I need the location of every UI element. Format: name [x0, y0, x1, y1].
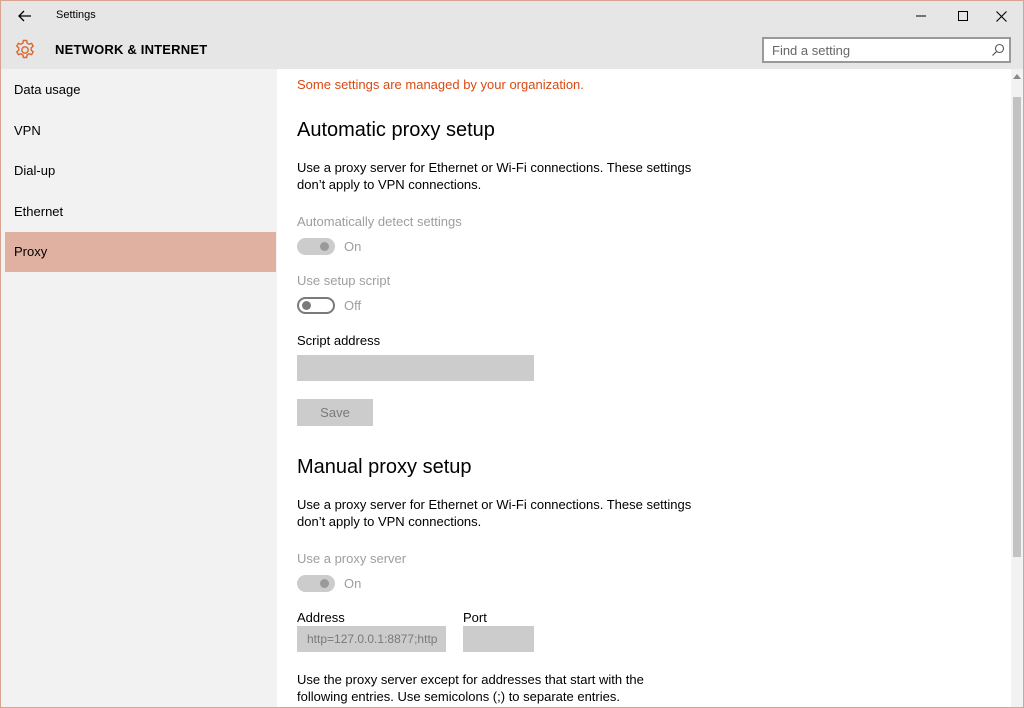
title-bar: Settings: [1, 1, 1023, 31]
window-title: Settings: [56, 9, 96, 21]
page-title: NETWORK & INTERNET: [55, 42, 208, 57]
proxy-port-label: Port: [463, 610, 487, 625]
auto-proxy-description-line2: don’t apply to VPN connections.: [297, 177, 482, 192]
sidebar-item-ethernet[interactable]: Ethernet: [5, 192, 276, 232]
setup-script-label: Use setup script: [297, 273, 391, 288]
toggle-knob: [302, 301, 311, 310]
minimize-icon: [916, 15, 926, 17]
scrollbar[interactable]: [1011, 69, 1023, 707]
back-button[interactable]: [11, 4, 39, 28]
manual-proxy-heading: Manual proxy setup: [297, 456, 472, 478]
sidebar-item-dial-up[interactable]: Dial-up: [5, 151, 276, 191]
auto-proxy-description-line1: Use a proxy server for Ethernet or Wi-Fi…: [297, 160, 692, 175]
maximize-icon: [958, 11, 968, 21]
proxy-address-value: http=127.0.0.1:8877;http: [307, 632, 438, 646]
close-icon: [995, 10, 1007, 22]
toggle-knob: [320, 242, 329, 251]
script-address-field[interactable]: [297, 355, 534, 381]
search-input[interactable]: [764, 39, 984, 61]
use-proxy-label: Use a proxy server: [297, 551, 407, 566]
detect-settings-label: Automatically detect settings: [297, 214, 462, 229]
close-button[interactable]: [981, 1, 1021, 31]
arrow-left-icon: [18, 10, 31, 22]
sidebar-nav: Data usage VPN Dial-up Ethernet Proxy: [5, 69, 276, 707]
search-box[interactable]: [762, 37, 1011, 63]
save-button[interactable]: Save: [297, 399, 373, 426]
gear-icon: [15, 39, 35, 59]
detect-settings-toggle[interactable]: [297, 238, 335, 255]
auto-proxy-heading: Automatic proxy setup: [297, 119, 495, 141]
scroll-up-button[interactable]: [1011, 71, 1023, 81]
page-header: NETWORK & INTERNET: [1, 31, 1023, 69]
chevron-up-icon: [1013, 73, 1021, 79]
maximize-button[interactable]: [943, 1, 983, 31]
setup-script-state: Off: [344, 298, 362, 313]
sidebar-item-data-usage[interactable]: Data usage: [5, 70, 276, 110]
minimize-button[interactable]: [901, 1, 941, 31]
exceptions-description-line1: Use the proxy server except for addresse…: [297, 672, 644, 687]
setup-script-toggle[interactable]: [297, 297, 335, 314]
proxy-address-field[interactable]: http=127.0.0.1:8877;http: [297, 626, 446, 652]
exceptions-description-line2: following entries. Use semicolons (;) to…: [297, 689, 620, 704]
org-managed-notice: Some settings are managed by your organi…: [297, 77, 584, 92]
sidebar-item-proxy[interactable]: Proxy: [5, 232, 276, 272]
script-address-label: Script address: [297, 333, 381, 348]
detect-settings-state: On: [344, 239, 362, 254]
use-proxy-state: On: [344, 576, 362, 591]
proxy-settings-panel: Some settings are managed by your organi…: [277, 69, 1011, 707]
manual-proxy-description-line2: don’t apply to VPN connections.: [297, 514, 482, 529]
search-icon[interactable]: [991, 43, 1005, 57]
proxy-port-field[interactable]: [463, 626, 534, 652]
proxy-address-label: Address: [297, 610, 345, 625]
sidebar-item-vpn[interactable]: VPN: [5, 111, 276, 151]
toggle-knob: [320, 579, 329, 588]
manual-proxy-description-line1: Use a proxy server for Ethernet or Wi-Fi…: [297, 497, 692, 512]
settings-window: Settings NETWORK & INTERNET Find a setti…: [0, 0, 1024, 708]
scrollbar-thumb[interactable]: [1013, 97, 1021, 557]
use-proxy-toggle[interactable]: [297, 575, 335, 592]
